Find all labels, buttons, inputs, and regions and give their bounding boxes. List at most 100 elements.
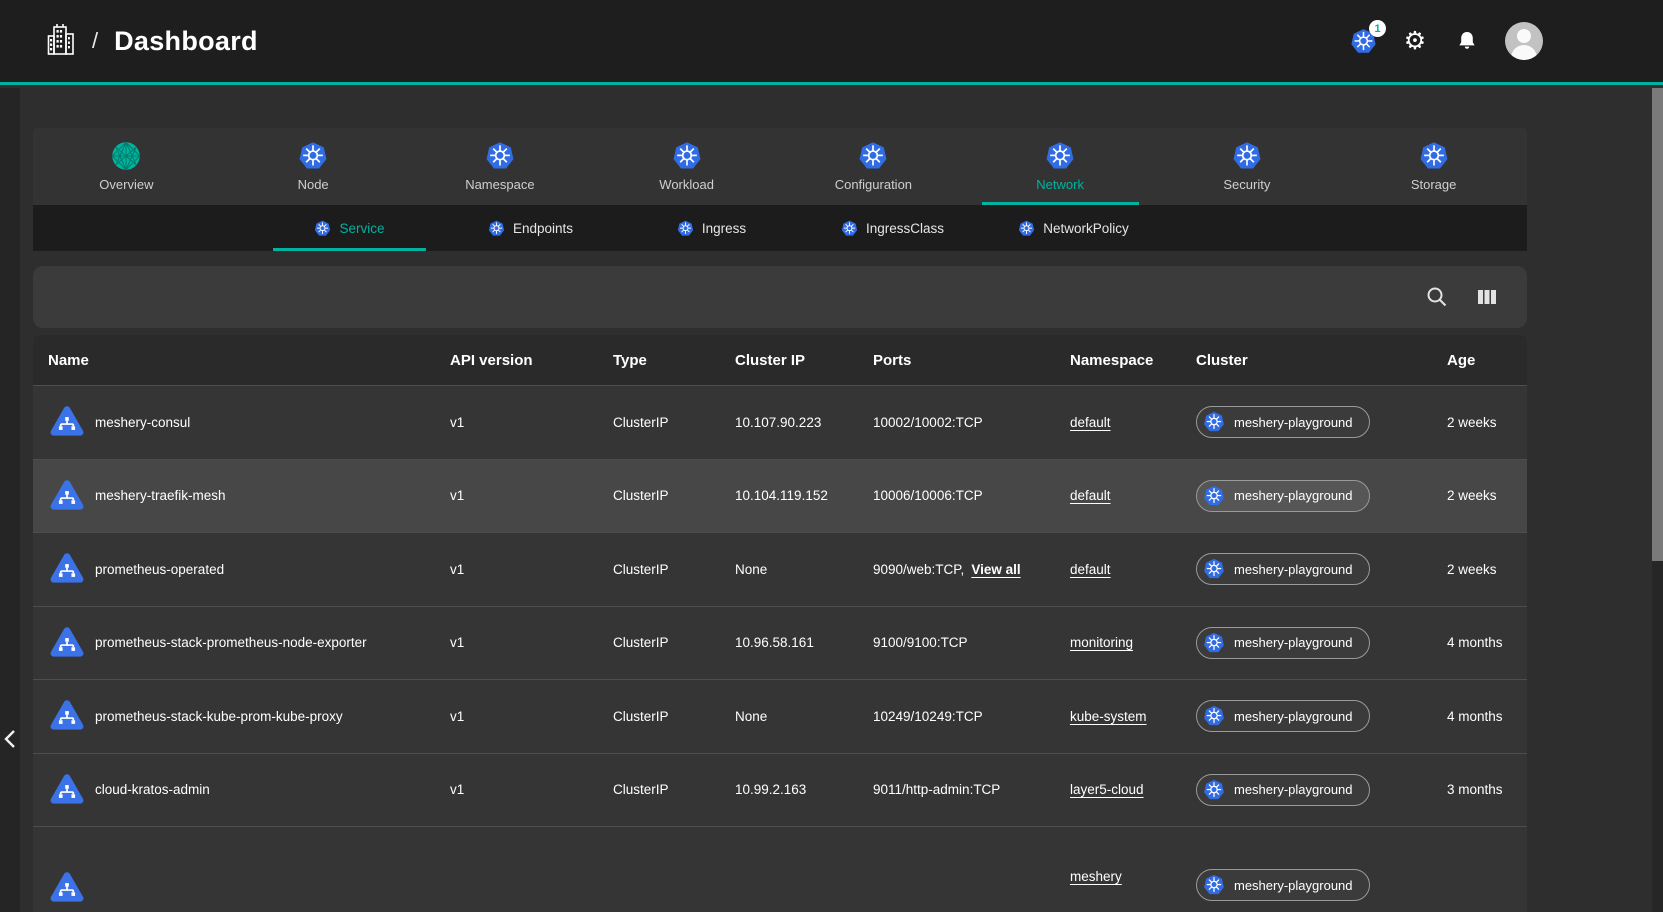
namespace-link[interactable]: default: [1070, 488, 1111, 503]
search-icon[interactable]: [1425, 285, 1449, 309]
view-all-ports-link[interactable]: View all: [971, 562, 1020, 577]
service-icon: [48, 771, 86, 809]
active-subtab-indicator: [273, 248, 425, 251]
tab-storage[interactable]: Storage: [1340, 128, 1527, 205]
service-name: prometheus-stack-prometheus-node-exporte…: [95, 635, 367, 650]
table-row[interactable]: prometheus-stack-prometheus-node-exporte…: [33, 606, 1527, 680]
cluster-chip[interactable]: meshery-playground: [1196, 627, 1370, 659]
tab-workload[interactable]: Workload: [593, 128, 780, 205]
namespace-link[interactable]: default: [1070, 415, 1111, 430]
cluster-name: meshery-playground: [1234, 635, 1353, 650]
column-header-api-version: API version: [450, 352, 613, 369]
ports: 9090/web:TCP,: [873, 562, 964, 577]
cluster-name: meshery-playground: [1234, 782, 1353, 797]
service-type: ClusterIP: [613, 488, 669, 503]
api-version: v1: [450, 635, 464, 650]
breadcrumb: / Dashboard: [46, 22, 258, 61]
ports: 9100/9100:TCP: [873, 635, 968, 650]
table-row[interactable]: meshery-traefik-mesh v1 ClusterIP 10.104…: [33, 459, 1527, 533]
view-columns-icon[interactable]: [1475, 285, 1499, 309]
api-version: v1: [450, 709, 464, 724]
tab-security[interactable]: Security: [1154, 128, 1341, 205]
cluster-name: meshery-playground: [1234, 878, 1353, 893]
left-rail: [0, 88, 20, 912]
service-icon: [48, 869, 86, 907]
breadcrumb-separator: /: [92, 28, 98, 54]
cluster-chip[interactable]: meshery-playground: [1196, 700, 1370, 732]
ports: 10002/10002:TCP: [873, 415, 983, 430]
tab-label: Security: [1223, 177, 1270, 192]
page-title: Dashboard: [114, 26, 258, 57]
service-icon: [48, 550, 86, 588]
kubernetes-icon: [1018, 220, 1035, 237]
organization-icon[interactable]: [46, 22, 76, 61]
subtab-label: Service: [339, 221, 384, 236]
kubernetes-icon: [677, 220, 694, 237]
tab-network[interactable]: Network: [967, 128, 1154, 205]
scrollbar-thumb[interactable]: [1652, 88, 1663, 561]
context-count-badge: 1: [1369, 20, 1386, 37]
service-type: ClusterIP: [613, 562, 669, 577]
age: 4 months: [1447, 709, 1503, 724]
tab-configuration[interactable]: Configuration: [780, 128, 967, 205]
column-header-age: Age: [1447, 352, 1527, 369]
tab-node[interactable]: Node: [220, 128, 407, 205]
namespace-link[interactable]: default: [1070, 562, 1111, 577]
cluster-chip[interactable]: meshery-playground: [1196, 553, 1370, 585]
table-row[interactable]: prometheus-stack-kube-prom-kube-proxy v1…: [33, 679, 1527, 753]
column-header-ports: Ports: [873, 352, 1070, 369]
age: 2 weeks: [1447, 488, 1497, 503]
table-row[interactable]: prometheus-operated v1 ClusterIP None 90…: [33, 532, 1527, 606]
subtab-endpoints[interactable]: Endpoints: [440, 205, 621, 251]
service-icon: [48, 403, 86, 441]
namespace-link[interactable]: kube-system: [1070, 709, 1147, 724]
cluster-name: meshery-playground: [1234, 415, 1353, 430]
subtab-label: Ingress: [702, 221, 746, 236]
cluster-chip[interactable]: meshery-playground: [1196, 869, 1370, 901]
table-toolbar: [33, 266, 1527, 328]
namespace-link[interactable]: layer5-cloud: [1070, 782, 1144, 797]
api-version: v1: [450, 562, 464, 577]
cluster-chip[interactable]: meshery-playground: [1196, 774, 1370, 806]
subtab-ingressclass[interactable]: IngressClass: [802, 205, 983, 251]
dashboard-main: Overview Node Namespace Workload Configu…: [33, 128, 1527, 912]
api-version: v1: [450, 782, 464, 797]
kubernetes-icon: [485, 141, 515, 171]
column-header-name: Name: [48, 352, 450, 369]
age: 3 months: [1447, 782, 1503, 797]
namespace-link[interactable]: meshery: [1070, 869, 1122, 884]
table-row[interactable]: meshery meshery-playground: [33, 826, 1527, 912]
subtab-ingress[interactable]: Ingress: [621, 205, 802, 251]
table-row[interactable]: meshery-consul v1 ClusterIP 10.107.90.22…: [33, 385, 1527, 459]
kubernetes-icon: [1203, 779, 1225, 801]
user-avatar[interactable]: [1505, 22, 1543, 60]
cluster-name: meshery-playground: [1234, 709, 1353, 724]
meshery-logo-icon: [111, 141, 141, 171]
table-row[interactable]: cloud-kratos-admin v1 ClusterIP 10.99.2.…: [33, 753, 1527, 827]
ports: 10006/10006:TCP: [873, 488, 983, 503]
tab-namespace[interactable]: Namespace: [407, 128, 594, 205]
tab-overview[interactable]: Overview: [33, 128, 220, 205]
subtab-networkpolicy[interactable]: NetworkPolicy: [983, 205, 1164, 251]
namespace-link[interactable]: monitoring: [1070, 635, 1133, 650]
service-name: meshery-consul: [95, 415, 190, 430]
subtab-service[interactable]: Service: [259, 205, 440, 251]
column-header-cluster: Cluster: [1196, 352, 1447, 369]
resource-tabs: Overview Node Namespace Workload Configu…: [33, 128, 1527, 205]
age: 4 months: [1447, 635, 1503, 650]
tab-label: Storage: [1411, 177, 1457, 192]
notifications-bell-icon[interactable]: [1453, 27, 1481, 55]
cluster-chip[interactable]: meshery-playground: [1196, 406, 1370, 438]
tab-label: Workload: [659, 177, 714, 192]
tab-label: Overview: [99, 177, 153, 192]
cluster-ip: 10.104.119.152: [735, 488, 828, 503]
cluster-chip[interactable]: meshery-playground: [1196, 480, 1370, 512]
kubernetes-icon: [858, 141, 888, 171]
kubernetes-icon: [298, 141, 328, 171]
tab-label: Namespace: [465, 177, 534, 192]
collapse-panel-chevron-icon[interactable]: [2, 728, 18, 755]
kubernetes-context-icon[interactable]: 1: [1349, 27, 1377, 55]
kubernetes-icon: [488, 220, 505, 237]
service-name: cloud-kratos-admin: [95, 782, 210, 797]
settings-gear-icon[interactable]: ⚙: [1401, 27, 1429, 55]
